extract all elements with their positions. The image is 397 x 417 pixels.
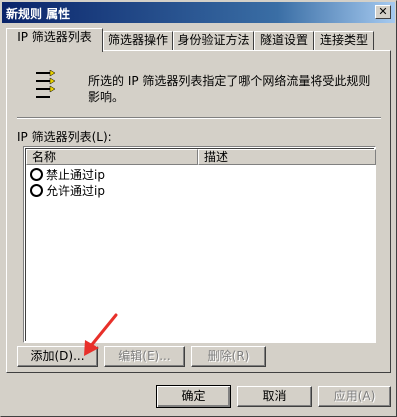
tab-label: IP 筛选器列表 (17, 30, 92, 44)
list-item-name: 允许通过ip (46, 184, 105, 198)
add-button[interactable]: 添加(D)... (17, 346, 98, 367)
tab-filter-action[interactable]: 筛选器操作 (103, 31, 173, 50)
tab-auth-methods[interactable]: 身份验证方法 (173, 31, 254, 50)
radio-button[interactable] (30, 184, 43, 197)
tab-label: 身份验证方法 (177, 33, 250, 47)
title-bar[interactable]: 新规则 属性 ✕ (2, 2, 395, 23)
tab-label: 隧道设置 (259, 33, 308, 47)
window-title: 新规则 属性 (6, 7, 71, 21)
filter-list[interactable]: 名称 描述 禁止通过ip 允许通过ip (23, 146, 376, 343)
separator (17, 117, 381, 119)
list-item[interactable]: 允许通过ip (30, 183, 105, 199)
column-header-name[interactable]: 名称 (26, 149, 198, 165)
filter-list-icon (36, 70, 56, 98)
edit-button[interactable]: 编辑(E)... (104, 346, 185, 367)
cancel-button[interactable]: 取消 (237, 386, 312, 407)
tab-tunnel-settings[interactable]: 隧道设置 (254, 31, 314, 50)
apply-button[interactable]: 应用(A) (318, 386, 391, 407)
close-button[interactable]: ✕ (375, 5, 391, 19)
radio-button[interactable] (30, 168, 43, 181)
column-header-description[interactable]: 描述 (198, 149, 376, 165)
tab-connection-type[interactable]: 连接类型 (314, 31, 374, 50)
remove-button[interactable]: 删除(R) (191, 346, 266, 367)
list-item-name: 禁止通过ip (46, 168, 105, 182)
tab-label: 筛选器操作 (107, 33, 168, 47)
list-item[interactable]: 禁止通过ip (30, 167, 105, 183)
panel-description: 所选的 IP 筛选器列表指定了哪个网络流量将受此规则影响。 (88, 74, 371, 104)
filter-list-label: IP 筛选器列表(L): (17, 130, 112, 144)
ok-button[interactable]: 确定 (156, 385, 231, 408)
tab-ip-filter-list[interactable]: IP 筛选器列表 (6, 28, 103, 52)
tab-label: 连接类型 (319, 33, 368, 47)
